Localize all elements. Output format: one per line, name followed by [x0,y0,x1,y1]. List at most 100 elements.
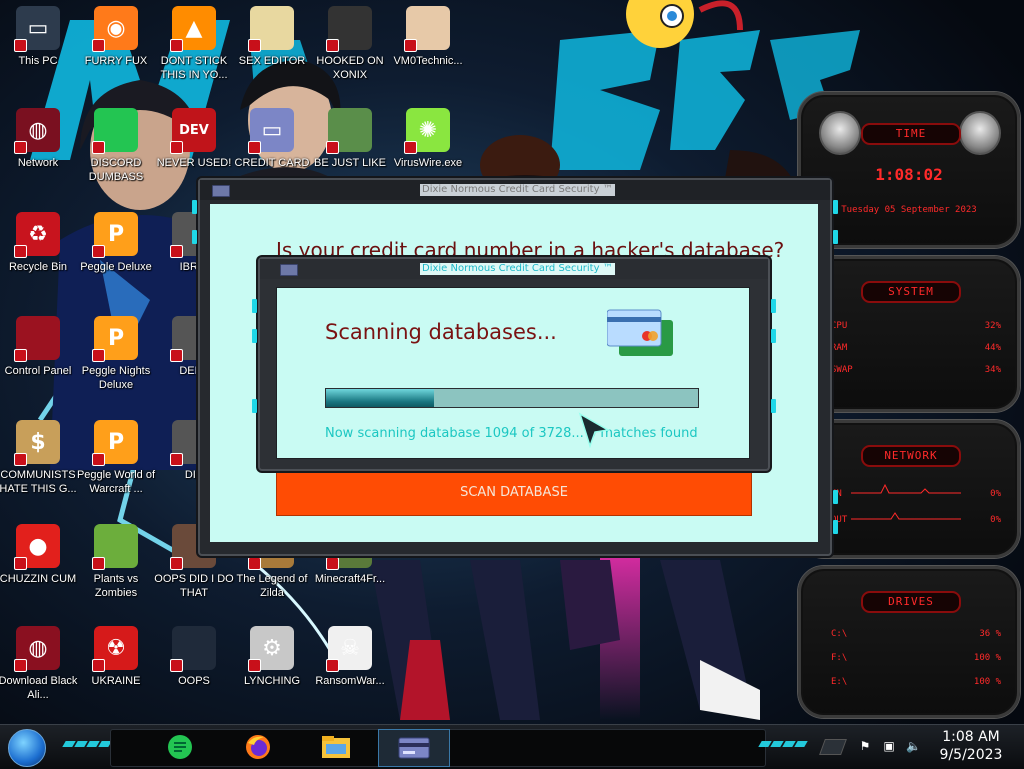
drive-row-value: 100 % [973,653,1001,663]
credit-card-icon [212,185,230,197]
frame-led [192,230,197,244]
time-value: 1:08:02 [875,165,943,184]
credit-card-icon [398,737,430,759]
desktop-icon[interactable]: DISCORD DUMBASS [78,104,154,190]
shortcut-arrow-icon [92,453,105,466]
peggle-icon: P [92,212,138,258]
frame-led [252,329,257,343]
date-value: Tuesday 05 September 2023 [841,205,977,215]
frame-led [833,520,838,534]
vlc-icon: ▲ [170,6,216,52]
shortcut-arrow-icon [92,245,105,258]
shortcut-arrow-icon [326,39,339,52]
shortcut-arrow-icon [326,659,339,672]
desktop-icon-label: Download Black Ali... [0,675,78,701]
desktop-icon[interactable]: $ COMMUNISTS HATE THIS G... [0,416,77,502]
taskbar-credit-card-button[interactable] [378,729,450,767]
desktop-icon-label: DONT STICK THIS IN YO... [160,55,228,81]
network-icon[interactable]: ▣ [882,739,896,753]
system-title: SYSTEM [861,281,961,303]
desktop-icon[interactable]: ♻ Recycle Bin [0,208,76,294]
taskbar-file-explorer-button[interactable] [316,729,356,765]
desktop-icon[interactable]: OOPS [156,622,232,708]
scan-status-text: Now scanning database 1094 of 3728... 0 … [325,426,698,441]
desktop-icon[interactable]: Control Panel [0,312,76,398]
start-button[interactable] [8,729,46,767]
shortcut-arrow-icon [14,557,27,570]
desktop-icon[interactable]: ◉ FURRY FUX [78,2,154,88]
desktop-icon[interactable]: ▭ This PC [0,2,76,88]
desktop-icon[interactable]: ● CHUZZIN CUM [0,520,76,606]
show-hidden-icons-button[interactable] [819,739,847,755]
peggle-icon: P [92,420,138,466]
shortcut-arrow-icon [404,39,417,52]
window-titlebar[interactable]: Dixie Normous Credit Card Security ™ [200,180,830,200]
desktop-icon-label: Peggle Deluxe [80,261,152,273]
system-row-swap: SWAP 34% [831,365,1001,379]
drives-title: DRIVES [861,591,961,613]
drive-row-label: E:\ [831,677,848,687]
clock-time[interactable]: 1:08 AM [928,729,1014,745]
desktop-icon[interactable]: ☠ RansomWar... [312,622,388,708]
desktop-icon-label: LYNCHING [243,675,301,687]
drives-panel: DRIVES C:\ 36 % F:\ 100 % E:\ 100 % [798,566,1020,718]
frame-led [252,299,257,313]
desktop-icon[interactable]: ⚙ LYNCHING [234,622,310,708]
frame-led [192,200,197,214]
desktop-icon-label: VM0Technic... [393,55,463,67]
scanning-dialog: Dixie Normous Credit Card Security ™ Sca… [252,257,776,471]
desktop-icon-label: Control Panel [4,365,72,377]
desktop-icon[interactable]: ◍ Download Black Ali... [0,622,78,708]
frame-led [833,230,838,244]
chuzzle-icon: ● [14,524,60,570]
system-row-label: CPU [831,321,848,331]
frame-led [771,399,776,413]
desktop-icon[interactable]: VM0Technic... [390,2,466,88]
scanning-heading: Scanning databases... [325,320,557,344]
volume-icon[interactable]: 🔈 [906,739,921,753]
control-panel-icon [14,316,60,362]
clock-date[interactable]: 9/5/2023 [928,747,1014,763]
desktop-icon[interactable]: ☢ UKRAINE [78,622,154,708]
desktop-icon-label: RansomWar... [315,675,385,687]
system-row-value: 44% [984,343,1001,353]
desktop-icon-label: BE JUST LIKE [314,157,386,169]
shortcut-arrow-icon [326,141,339,154]
desktop-icon[interactable]: Plants vs Zombies [78,520,154,606]
desktop-icon[interactable]: P Peggle Nights Deluxe [78,312,154,398]
desktop-icon[interactable]: HOOKED ON XONIX [312,2,388,88]
shortcut-arrow-icon [14,349,27,362]
shortcut-arrow-icon [92,141,105,154]
desktop-icon-label: CREDIT CARD [234,157,310,169]
desktop-icon-label: SEX EDITOR [238,55,306,67]
hxd-icon [248,6,294,52]
shortcut-arrow-icon [92,39,105,52]
desktop-icon-label: The Legend of Zilda [236,573,308,599]
scan-database-button[interactable]: SCAN DATABASE [276,470,752,516]
progress-fill [326,389,434,407]
desktop-icon[interactable]: P Peggle World of Warcraft ... [77,416,155,502]
recycle-bin-icon: ♻ [14,212,60,258]
desktop-icon-label: OOPS DID I DO THAT [154,573,234,599]
dialog-titlebar[interactable]: Dixie Normous Credit Card Security ™ [260,259,768,279]
peggle-icon: P [92,316,138,362]
plants-vs-zombies-icon [92,524,138,570]
shortcut-arrow-icon [170,245,183,258]
desktop-icon-label: CHUZZIN CUM [0,573,77,585]
desktop-icon-label: FURRY FUX [84,55,148,67]
desktop-icon-label: NEVER USED! [156,157,232,169]
desktop-icon[interactable]: SEX EDITOR [234,2,310,88]
desktop-icon[interactable]: ◍ Network [0,104,76,190]
desktop-icon[interactable]: ▲ DONT STICK THIS IN YO... [156,2,232,88]
alien-logo-icon [959,111,1001,155]
time-title: TIME [861,123,961,145]
flag-icon[interactable]: ⚑ [858,739,872,753]
network-row-value: 0% [990,515,1001,525]
taskbar-firefox-button[interactable] [238,729,278,765]
taskbar-led-strip [758,741,808,749]
radiation-icon: ☢ [92,626,138,672]
desktop-icon[interactable]: P Peggle Deluxe [78,208,154,294]
taskbar-notes-app-button[interactable] [160,729,200,765]
window-title: Dixie Normous Credit Card Security ™ [420,184,615,196]
alien-icon: ◍ [14,626,60,672]
